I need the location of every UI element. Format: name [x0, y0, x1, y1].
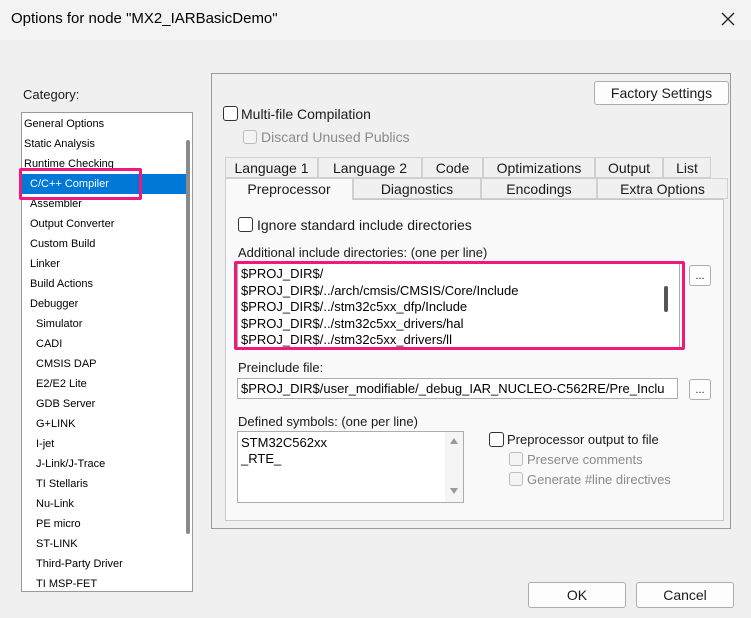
generate-line-label: Generate #line directives [527, 472, 671, 487]
category-item[interactable]: Debugger [22, 294, 186, 314]
include-dirs-browse-button[interactable]: ... [689, 265, 711, 286]
tab-extra-options[interactable]: Extra Options [597, 178, 728, 199]
close-button[interactable] [714, 6, 742, 34]
tab-diagnostics[interactable]: Diagnostics [353, 178, 481, 199]
tab-encodings[interactable]: Encodings [481, 178, 597, 199]
tab-list[interactable]: List [663, 157, 711, 178]
ignore-std-checkbox[interactable] [238, 217, 253, 232]
category-item[interactable]: General Options [22, 114, 180, 134]
category-item[interactable]: ST-LINK [22, 534, 192, 554]
window-title: Options for node "MX2_IARBasicDemo" [11, 10, 278, 27]
category-item[interactable]: Nu-Link [22, 494, 192, 514]
defined-symbols-scrollbar[interactable] [445, 432, 463, 502]
title-bar: Options for node "MX2_IARBasicDemo" [0, 0, 751, 40]
category-item[interactable]: GDB Server [22, 394, 192, 414]
include-dirs-label: Additional include directories: (one per… [238, 245, 488, 260]
defined-symbols-label: Defined symbols: (one per line) [238, 414, 418, 429]
tab-optimizations[interactable]: Optimizations [483, 157, 595, 178]
cancel-button[interactable]: Cancel [636, 582, 734, 608]
category-item[interactable]: CADI [22, 334, 192, 354]
multifile-checkbox[interactable] [223, 106, 238, 121]
category-item[interactable]: Third-Party Driver [22, 554, 192, 574]
discard-label: Discard Unused Publics [261, 129, 410, 145]
defined-symbol: _RTE_ [241, 451, 282, 466]
tab-language-1[interactable]: Language 1 [225, 157, 318, 178]
compiler-highlight-box [19, 168, 142, 200]
defined-symbol: STM32C562xx [241, 435, 327, 450]
category-item[interactable]: TI MSP-FET [22, 574, 192, 591]
category-item[interactable]: TI Stellaris [22, 474, 192, 494]
category-item[interactable]: Linker [22, 254, 186, 274]
tab-code[interactable]: Code [422, 157, 483, 178]
pp-output-label: Preprocessor output to file [507, 432, 659, 447]
category-item[interactable]: I-jet [22, 434, 192, 454]
scroll-up-icon[interactable] [450, 438, 458, 444]
scroll-down-icon[interactable] [450, 488, 458, 494]
tab-preprocessor[interactable]: Preprocessor [225, 178, 353, 200]
category-item[interactable]: Simulator [22, 314, 192, 334]
generate-line-checkbox[interactable] [509, 472, 523, 486]
tab-language-2[interactable]: Language 2 [318, 157, 422, 178]
include-dirs-highlight-box [234, 261, 685, 350]
category-item[interactable]: J-Link/J-Trace [22, 454, 192, 474]
discard-checkbox[interactable] [243, 130, 257, 144]
ignore-std-label: Ignore standard include directories [257, 217, 472, 233]
preserve-comments-checkbox[interactable] [509, 452, 523, 466]
preinclude-value: $PROJ_DIR$/user_modifiable/_debug_IAR_NU… [241, 381, 665, 396]
preinclude-label: Preinclude file: [238, 360, 324, 375]
category-item[interactable]: Build Actions [22, 274, 186, 294]
preserve-comments-label: Preserve comments [527, 452, 643, 467]
close-icon [721, 12, 735, 29]
category-item[interactable]: G+LINK [22, 414, 192, 434]
pp-output-checkbox[interactable] [489, 432, 504, 447]
category-scrollbar[interactable] [186, 140, 190, 534]
category-item[interactable]: E2/E2 Lite [22, 374, 192, 394]
category-item[interactable]: PE micro [22, 514, 192, 534]
preinclude-browse-button[interactable]: ... [689, 379, 711, 400]
category-item[interactable]: Custom Build [22, 234, 186, 254]
tab-output[interactable]: Output [595, 157, 663, 178]
defined-symbols-textarea[interactable]: STM32C562xx _RTE_ [237, 431, 464, 503]
factory-settings-button[interactable]: Factory Settings [594, 81, 729, 105]
multifile-label: Multi-file Compilation [241, 106, 371, 122]
ok-button[interactable]: OK [528, 582, 626, 608]
category-item[interactable]: CMSIS DAP [22, 354, 192, 374]
preinclude-input[interactable]: $PROJ_DIR$/user_modifiable/_debug_IAR_NU… [237, 378, 678, 399]
category-label: Category: [23, 87, 80, 102]
category-item[interactable]: Output Converter [22, 214, 186, 234]
category-item[interactable]: Static Analysis [22, 134, 180, 154]
